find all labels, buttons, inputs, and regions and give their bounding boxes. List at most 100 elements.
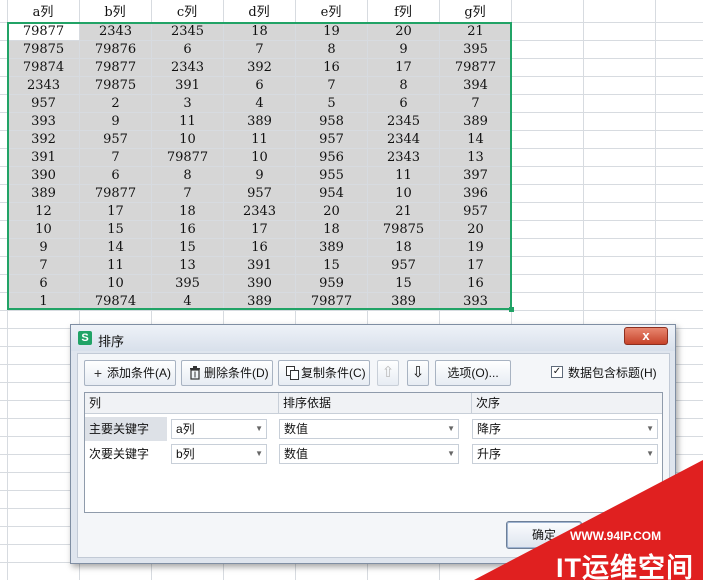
table-cell[interactable]: 15 — [296, 257, 367, 274]
table-cell[interactable]: 391 — [152, 77, 223, 94]
table-cell[interactable]: 394 — [440, 77, 511, 94]
table-cell[interactable]: 389 — [368, 293, 439, 310]
table-cell[interactable]: 955 — [296, 167, 367, 184]
table-cell[interactable]: 10 — [8, 221, 79, 238]
data-has-header-checkbox[interactable]: ✓ — [551, 366, 563, 378]
table-cell[interactable]: 18 — [152, 203, 223, 220]
table-cell[interactable]: 18 — [224, 23, 295, 40]
table-cell[interactable]: 9 — [224, 167, 295, 184]
table-cell[interactable]: 6 — [368, 95, 439, 112]
table-cell[interactable]: 11 — [368, 167, 439, 184]
table-cell[interactable]: 2343 — [80, 23, 151, 40]
table-cell[interactable]: 79874 — [80, 293, 151, 310]
table-cell[interactable]: 7 — [80, 149, 151, 166]
table-cell[interactable]: 4 — [224, 95, 295, 112]
table-cell[interactable]: 2343 — [224, 203, 295, 220]
add-condition-button[interactable]: + 添加条件(A) — [84, 360, 176, 386]
column-header-cell[interactable]: b列 — [79, 4, 151, 22]
column-select[interactable]: a列 ▼ — [171, 419, 267, 439]
table-cell[interactable]: 6 — [8, 275, 79, 292]
table-cell[interactable]: 957 — [80, 131, 151, 148]
options-button[interactable]: 选项(O)... — [435, 360, 511, 386]
table-cell[interactable]: 8 — [296, 41, 367, 58]
table-cell[interactable]: 389 — [440, 113, 511, 130]
table-cell[interactable]: 390 — [8, 167, 79, 184]
order-select[interactable]: 降序 ▼ — [472, 419, 658, 439]
table-cell[interactable]: 958 — [296, 113, 367, 130]
table-cell[interactable]: 79874 — [8, 59, 79, 76]
table-cell[interactable]: 18 — [368, 239, 439, 256]
table-cell[interactable]: 20 — [440, 221, 511, 238]
table-cell[interactable]: 2343 — [152, 59, 223, 76]
table-cell[interactable]: 389 — [8, 185, 79, 202]
table-cell[interactable]: 8 — [152, 167, 223, 184]
table-cell[interactable]: 10 — [152, 131, 223, 148]
table-cell[interactable]: 79875 — [8, 41, 79, 58]
table-cell[interactable]: 390 — [224, 275, 295, 292]
fill-handle[interactable] — [509, 307, 514, 312]
column-header-cell[interactable]: d列 — [223, 4, 295, 22]
table-cell[interactable]: 79877 — [80, 59, 151, 76]
table-cell[interactable]: 5 — [296, 95, 367, 112]
column-select[interactable]: b列 ▼ — [171, 444, 267, 464]
table-cell[interactable]: 959 — [296, 275, 367, 292]
move-down-arrow-icon[interactable]: ⇩ — [407, 360, 429, 386]
table-cell[interactable]: 2 — [80, 95, 151, 112]
table-cell[interactable]: 13 — [152, 257, 223, 274]
table-cell[interactable]: 957 — [8, 95, 79, 112]
sort-on-select[interactable]: 数值 ▼ — [279, 419, 459, 439]
table-cell[interactable]: 79877 — [296, 293, 367, 310]
table-cell[interactable]: 6 — [152, 41, 223, 58]
table-cell[interactable]: 2344 — [368, 131, 439, 148]
table-cell[interactable]: 956 — [296, 149, 367, 166]
dialog-titlebar[interactable]: S 排序 x — [71, 325, 675, 351]
table-cell[interactable]: 7 — [296, 77, 367, 94]
close-button[interactable]: x — [624, 327, 668, 345]
table-cell[interactable]: 16 — [296, 59, 367, 76]
move-up-arrow-icon[interactable]: ⇧ — [377, 360, 399, 386]
table-cell[interactable]: 389 — [224, 293, 295, 310]
table-cell[interactable]: 9 — [8, 239, 79, 256]
table-cell[interactable]: 16 — [440, 275, 511, 292]
table-cell[interactable]: 20 — [296, 203, 367, 220]
copy-condition-button[interactable]: 复制条件(C) — [278, 360, 370, 386]
table-cell[interactable]: 8 — [368, 77, 439, 94]
table-cell[interactable]: 14 — [440, 131, 511, 148]
table-cell[interactable]: 957 — [296, 131, 367, 148]
table-cell[interactable]: 15 — [368, 275, 439, 292]
table-cell[interactable]: 2343 — [368, 149, 439, 166]
table-cell[interactable]: 15 — [80, 221, 151, 238]
table-cell[interactable]: 954 — [296, 185, 367, 202]
table-cell[interactable]: 79876 — [80, 41, 151, 58]
table-cell[interactable]: 9 — [368, 41, 439, 58]
table-cell[interactable]: 391 — [8, 149, 79, 166]
table-cell[interactable]: 11 — [224, 131, 295, 148]
table-cell[interactable]: 396 — [440, 185, 511, 202]
table-cell[interactable]: 14 — [80, 239, 151, 256]
table-cell[interactable]: 17 — [80, 203, 151, 220]
table-cell[interactable]: 11 — [80, 257, 151, 274]
table-cell[interactable]: 79875 — [368, 221, 439, 238]
table-cell[interactable]: 3 — [152, 95, 223, 112]
table-cell[interactable]: 397 — [440, 167, 511, 184]
column-header-cell[interactable]: a列 — [7, 4, 79, 22]
table-cell[interactable]: 16 — [224, 239, 295, 256]
sort-on-select[interactable]: 数值 ▼ — [279, 444, 459, 464]
table-cell[interactable]: 79877 — [440, 59, 511, 76]
table-cell[interactable]: 10 — [224, 149, 295, 166]
table-cell[interactable]: 9 — [80, 113, 151, 130]
column-header-cell[interactable]: f列 — [367, 4, 439, 22]
table-cell[interactable]: 17 — [224, 221, 295, 238]
table-cell[interactable]: 21 — [440, 23, 511, 40]
table-cell[interactable]: 17 — [440, 257, 511, 274]
table-cell[interactable]: 7 — [152, 185, 223, 202]
table-cell[interactable]: 389 — [224, 113, 295, 130]
table-cell[interactable]: 15 — [152, 239, 223, 256]
table-cell[interactable]: 18 — [296, 221, 367, 238]
table-cell[interactable]: 12 — [8, 203, 79, 220]
table-cell[interactable]: 79877 — [80, 185, 151, 202]
table-cell[interactable]: 7 — [440, 95, 511, 112]
table-cell[interactable]: 79875 — [80, 77, 151, 94]
table-cell[interactable]: 957 — [368, 257, 439, 274]
table-cell[interactable]: 21 — [368, 203, 439, 220]
